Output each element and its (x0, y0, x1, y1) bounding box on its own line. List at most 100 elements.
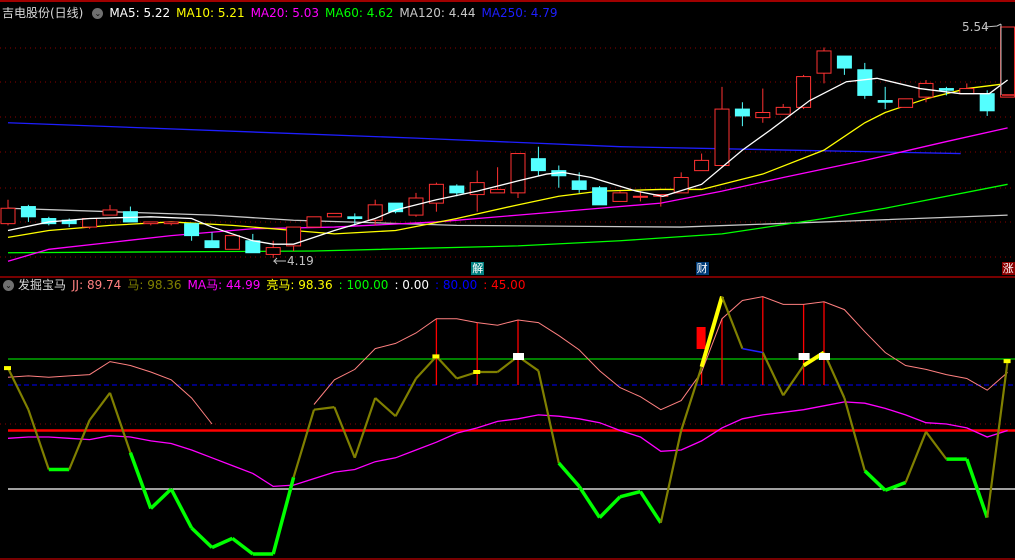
horse-weak-segment (638, 490, 663, 524)
candle-down (857, 69, 873, 96)
horse-line-segment (680, 366, 703, 431)
candle-up (959, 88, 975, 95)
low-price-label: 4.19 (287, 254, 314, 268)
signal-dot (4, 366, 11, 371)
signal-dot (473, 370, 481, 374)
horse-weak-segment (557, 461, 581, 488)
horse-line-segment (986, 360, 1009, 518)
candle-up (265, 247, 281, 255)
candle-up (510, 153, 526, 194)
horse-line-segment (782, 364, 805, 397)
candle-up (632, 195, 648, 198)
horse-line-segment (108, 392, 132, 453)
event-marker-limit-up[interactable]: 涨 (1001, 262, 1015, 275)
signal-block (696, 327, 706, 349)
signal-square (819, 353, 830, 360)
candle-down (204, 240, 220, 249)
ind-item-bright-horse: 亮马: 98.36 (266, 278, 333, 292)
candle-up (898, 98, 914, 108)
ind-item-value: 45.00 (491, 278, 526, 292)
candle-up (816, 50, 832, 74)
jj-line (313, 296, 1008, 411)
horse-line-segment (353, 397, 377, 459)
candle-down (530, 158, 546, 172)
signal-square (798, 353, 810, 360)
ind-item-value: 98.36 (298, 278, 333, 292)
candle-up (612, 192, 628, 202)
candle-down (571, 180, 587, 190)
horse-line-segment (313, 406, 335, 411)
ind-item-ma-horse: MA马: 44.99 (187, 278, 261, 292)
horse-line-segment (333, 406, 356, 459)
ma250-line (7, 122, 961, 155)
signal-dot (1003, 359, 1011, 364)
ind-item-horse: 马: 98.36 (127, 278, 182, 292)
event-marker-unlock[interactable]: 解 (471, 262, 485, 275)
candle-up (102, 209, 118, 216)
candle-down (979, 93, 995, 112)
candle-down (836, 55, 852, 69)
high-price-label: 5.54 (962, 20, 989, 34)
horse-line-segment (843, 397, 866, 472)
horse-weak-segment (128, 452, 153, 510)
candle-down (347, 216, 363, 220)
horse-weak-segment (619, 489, 641, 499)
horse-line-segment (415, 355, 438, 380)
horse-line-segment (88, 392, 111, 421)
candle-up (796, 76, 812, 108)
ind-item-jj: JJ: 89.74 (72, 278, 122, 292)
ma20-line (7, 127, 1008, 262)
ind-item-label: 亮马 (266, 278, 291, 292)
horse-line-segment (7, 367, 30, 411)
candle-up (82, 218, 98, 228)
ind-item-label: JJ (72, 278, 80, 292)
horse-line-segment (720, 296, 744, 350)
horse-line-segment (659, 430, 683, 524)
candle-down (938, 88, 954, 91)
indicator-header: ⌄ 发掘宝马 JJ: 89.74 马: 98.36 MA马: 44.99 亮马:… (0, 277, 531, 293)
horse-weak-segment (965, 458, 989, 519)
candle-up (490, 188, 506, 194)
horse-weak-segment (231, 537, 254, 556)
candle-up (0, 207, 16, 225)
candle-up (163, 221, 179, 225)
candle-up (326, 212, 342, 218)
ind-item-value: 80.00 (442, 278, 478, 292)
horse-line-segment (904, 431, 928, 483)
ind-item-80: : 80.00 (435, 278, 478, 292)
ind-item-label: 马 (127, 278, 140, 292)
horse-weak-segment (577, 485, 602, 519)
candle-down (449, 185, 465, 194)
event-marker-finance[interactable]: 财 (695, 262, 709, 275)
candle-up (143, 221, 159, 225)
signal-dot (432, 354, 440, 359)
candle-down (734, 108, 750, 117)
horse-weak-segment (863, 469, 887, 492)
candle-up (714, 108, 730, 167)
candle-down (184, 223, 200, 237)
candle-down (592, 187, 608, 206)
horse-line-segment (292, 409, 316, 478)
candle-up (306, 216, 322, 228)
ind-item-label: MA马 (187, 278, 219, 292)
horse-weak-segment (169, 488, 194, 529)
ind-item-value: 98.36 (147, 278, 182, 292)
indicator-name[interactable]: 发掘宝马 (18, 277, 66, 293)
ind-item-45: : 45.00 (483, 278, 526, 292)
horse-line-segment (925, 431, 948, 460)
horse-line-segment (68, 419, 91, 470)
horse-line-segment (394, 377, 417, 417)
horse-weak-segment (149, 487, 173, 510)
candle-up (755, 112, 771, 119)
chevron-down-icon[interactable]: ⌄ (3, 279, 14, 291)
candle-up (775, 106, 791, 115)
candle-down (245, 240, 261, 254)
horse-weak-segment (190, 526, 214, 549)
horse-weak-segment (211, 536, 234, 550)
ma60-line (7, 183, 1008, 254)
ind-item-value: 44.99 (225, 278, 261, 292)
ind-item-0: : 0.00 (394, 278, 430, 292)
ind-item-value: 100.00 (346, 278, 389, 292)
candle-up (224, 235, 240, 250)
candle-up (1000, 26, 1015, 98)
